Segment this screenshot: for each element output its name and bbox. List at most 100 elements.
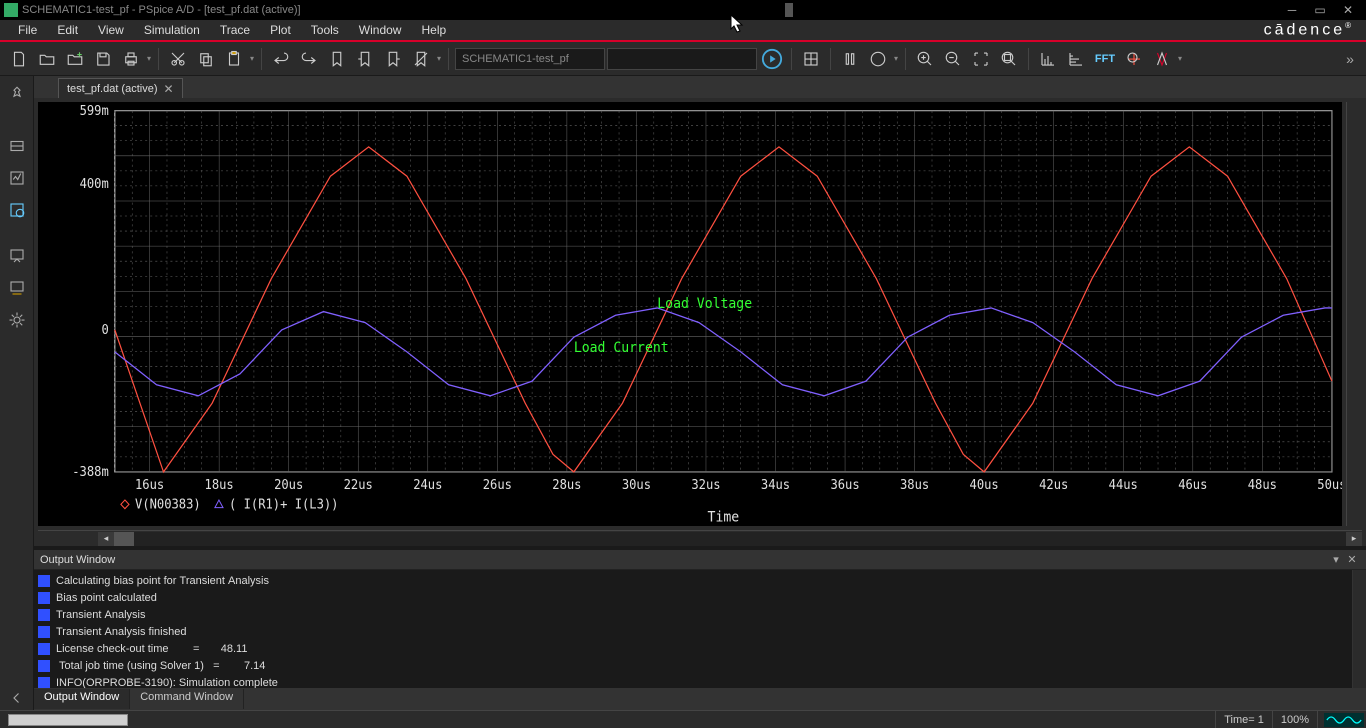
toolbar-dropdown-3[interactable]: ▾: [436, 46, 442, 72]
svg-text:40us: 40us: [970, 477, 999, 492]
bookmark-button[interactable]: [324, 46, 350, 72]
perf-analysis-button[interactable]: [1149, 46, 1175, 72]
menu-help[interactable]: Help: [411, 21, 456, 39]
app-icon: [4, 3, 18, 17]
zoom-out-button[interactable]: [940, 46, 966, 72]
zoom-area-button[interactable]: [968, 46, 994, 72]
zoom-in-button[interactable]: [912, 46, 938, 72]
paste-button[interactable]: [221, 46, 247, 72]
save-button[interactable]: [90, 46, 116, 72]
toolbar-dropdown-4[interactable]: ▾: [893, 46, 899, 72]
cut-button[interactable]: [165, 46, 191, 72]
svg-text:18us: 18us: [205, 477, 234, 492]
output-close-icon[interactable]: ✕: [1344, 553, 1360, 566]
status-zoom: 100%: [1272, 711, 1317, 728]
run-button[interactable]: [759, 46, 785, 72]
menu-file[interactable]: File: [8, 21, 47, 39]
pin-tool-icon[interactable]: [5, 82, 29, 106]
output-tab-output[interactable]: Output Window: [34, 689, 130, 709]
menu-trace[interactable]: Trace: [210, 21, 260, 39]
toolbar-dropdown-1[interactable]: ▾: [146, 46, 152, 72]
maximize-button[interactable]: ▭: [1306, 1, 1334, 19]
plot-area[interactable]: 599m400m0-388m16us18us20us22us24us26us28…: [38, 102, 1342, 526]
redo-button[interactable]: [296, 46, 322, 72]
menu-view[interactable]: View: [88, 21, 134, 39]
tab-close-icon[interactable]: ✕: [164, 82, 174, 96]
document-tab[interactable]: test_pf.dat (active) ✕: [58, 78, 183, 98]
toolbar-dropdown-5[interactable]: ▾: [1177, 46, 1183, 72]
window-title: SCHEMATIC1-test_pf - PSpice A/D - [test_…: [22, 4, 301, 16]
svg-text:24us: 24us: [413, 477, 442, 492]
svg-text:34us: 34us: [761, 477, 790, 492]
menu-window[interactable]: Window: [349, 21, 412, 39]
svg-text:-388m: -388m: [72, 464, 108, 479]
cursor-button[interactable]: [1121, 46, 1147, 72]
plot-vertical-scrollbar[interactable]: [1346, 102, 1362, 526]
close-button[interactable]: ✕: [1334, 1, 1362, 19]
next-bookmark-button[interactable]: [380, 46, 406, 72]
output-line: Total job time (using Solver 1) = 7.14: [34, 657, 1366, 674]
mark-label-icon[interactable]: [5, 244, 29, 268]
svg-text:Load Current: Load Current: [574, 339, 669, 356]
add-trace-icon[interactable]: [5, 134, 29, 158]
svg-text:( I(R1)+ I(L3)): ( I(R1)+ I(L3)): [229, 496, 338, 511]
svg-text:Load Voltage: Load Voltage: [657, 296, 752, 313]
menubar: FileEditViewSimulationTracePlotToolsWind…: [0, 20, 1366, 42]
collapse-sidebar-icon[interactable]: [5, 686, 29, 710]
svg-text:Time: Time: [708, 509, 740, 526]
output-title: Output Window: [40, 554, 115, 566]
print-button[interactable]: [118, 46, 144, 72]
svg-text:30us: 30us: [622, 477, 651, 492]
view-results-button[interactable]: [798, 46, 824, 72]
simulation-profile-input[interactable]: [607, 48, 757, 70]
toolbar-dropdown-2[interactable]: ▾: [249, 46, 255, 72]
status-progress: [8, 714, 128, 726]
new-file-button[interactable]: [6, 46, 32, 72]
schematic-name-input[interactable]: [455, 48, 605, 70]
output-header: Output Window ▾ ✕: [34, 550, 1366, 570]
status-wave-icon: [1324, 713, 1364, 727]
eval-measure-icon[interactable]: [5, 166, 29, 190]
output-tab-command[interactable]: Command Window: [130, 689, 244, 709]
hscroll-thumb[interactable]: [114, 532, 134, 546]
open-file-button[interactable]: [34, 46, 60, 72]
titlebar-grip[interactable]: [785, 3, 793, 17]
svg-text:20us: 20us: [274, 477, 303, 492]
toolbar-overflow[interactable]: »: [1340, 51, 1360, 67]
svg-text:16us: 16us: [135, 477, 164, 492]
menu-simulation[interactable]: Simulation: [134, 21, 210, 39]
log-y-button[interactable]: [1063, 46, 1089, 72]
titlebar: SCHEMATIC1-test_pf - PSpice A/D - [test_…: [0, 0, 1366, 20]
tab-label: test_pf.dat (active): [67, 83, 158, 95]
menu-tools[interactable]: Tools: [301, 21, 349, 39]
output-line: Bias point calculated: [34, 589, 1366, 606]
undo-button[interactable]: [268, 46, 294, 72]
output-line: License check-out time = 48.11: [34, 640, 1366, 657]
clear-bookmarks-button[interactable]: [408, 46, 434, 72]
menu-edit[interactable]: Edit: [47, 21, 88, 39]
output-scrollbar[interactable]: [1352, 570, 1366, 688]
menu-plot[interactable]: Plot: [260, 21, 301, 39]
svg-text:22us: 22us: [344, 477, 373, 492]
probe-cursor-icon[interactable]: [5, 198, 29, 222]
svg-text:0: 0: [101, 322, 108, 337]
append-file-button[interactable]: [62, 46, 88, 72]
svg-text:400m: 400m: [80, 175, 109, 190]
stop-button[interactable]: [865, 46, 891, 72]
pause-button[interactable]: [837, 46, 863, 72]
fft-button[interactable]: FFT: [1091, 46, 1119, 72]
svg-text:44us: 44us: [1109, 477, 1138, 492]
output-menu-icon[interactable]: ▾: [1328, 553, 1344, 566]
minimize-button[interactable]: ─: [1278, 1, 1306, 19]
brand-logo: cādence®: [1264, 21, 1358, 39]
svg-text:38us: 38us: [900, 477, 929, 492]
copy-button[interactable]: [193, 46, 219, 72]
plot-horizontal-scrollbar[interactable]: ◂ ▸: [38, 530, 1362, 546]
prev-bookmark-button[interactable]: [352, 46, 378, 72]
settings-icon[interactable]: [5, 308, 29, 332]
toggle-cursor-icon[interactable]: [5, 276, 29, 300]
svg-text:32us: 32us: [691, 477, 720, 492]
svg-text:50us: 50us: [1317, 477, 1342, 492]
log-x-button[interactable]: [1035, 46, 1061, 72]
zoom-fit-button[interactable]: [996, 46, 1022, 72]
